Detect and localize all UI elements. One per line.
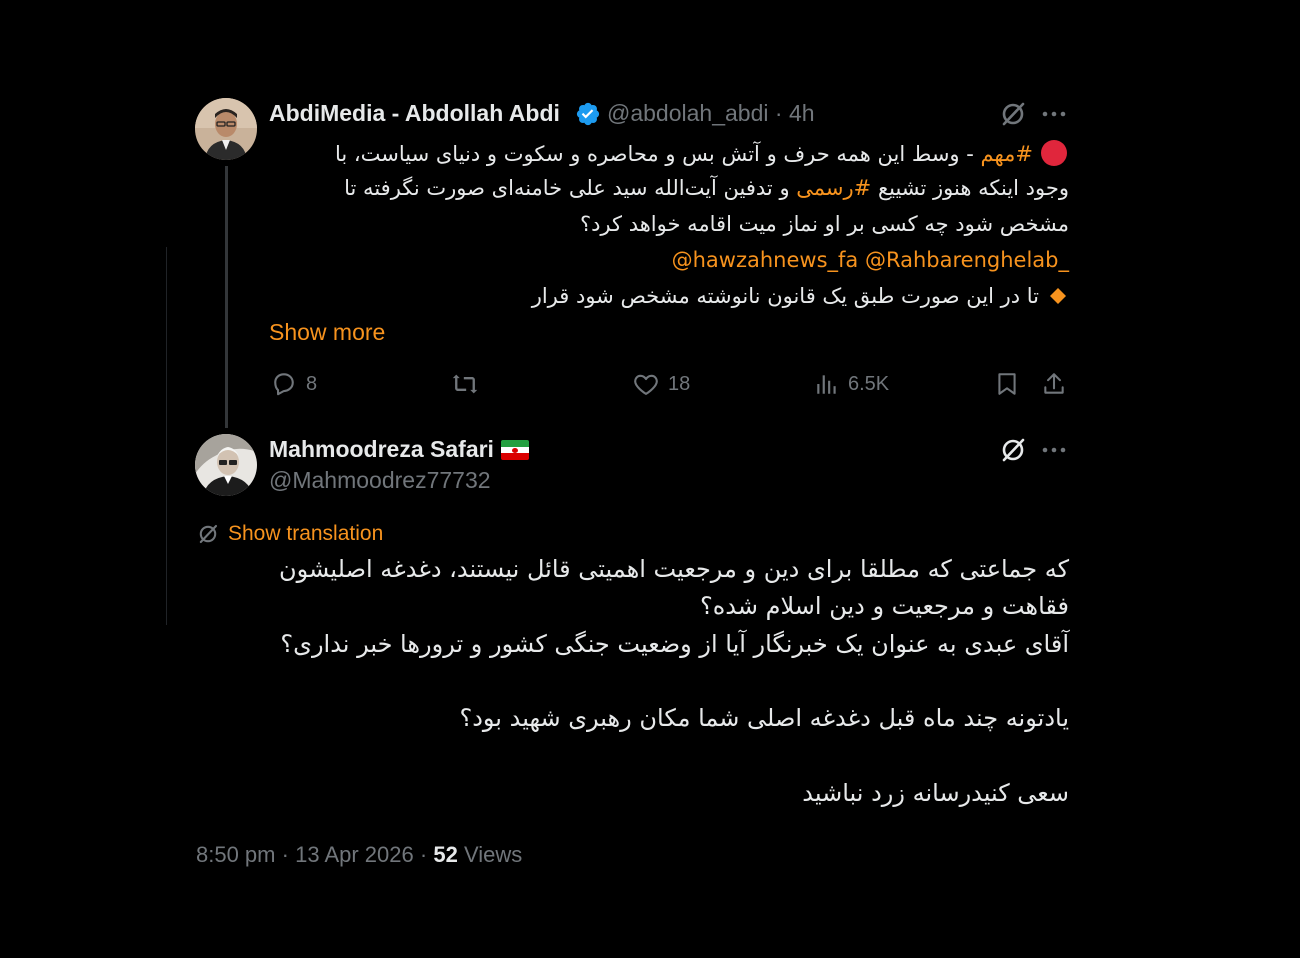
tweet-text-segment: وجود اینکه هنوز تشییع [871, 176, 1069, 200]
translate-icon [199, 524, 218, 544]
author-avatar[interactable] [195, 98, 257, 160]
hashtag-link[interactable]: #مهم [981, 142, 1034, 166]
reply-text-line-4: یادتونه چند ماه قبل دغدغه اصلی شما مکان … [459, 704, 1069, 732]
grok-icon[interactable] [998, 99, 1028, 129]
grok-icon[interactable] [998, 435, 1028, 465]
author-name[interactable]: AbdiMedia - Abdollah Abdi [269, 100, 560, 127]
show-translation-button[interactable]: Show translation [196, 522, 383, 546]
views-button[interactable]: 6.5K [814, 370, 889, 398]
views-count: 6.5K [848, 372, 890, 395]
handle-time-line: @abdolah_abdi · 4h [607, 100, 815, 127]
separator-dot: · [419, 842, 428, 867]
reply-time[interactable]: 8:50 pm [196, 842, 276, 867]
mention-link[interactable]: @hawzahnews_fa [672, 248, 859, 272]
more-icon[interactable] [1041, 104, 1067, 124]
tweet-text-segment: - وسط این همه حرف و آتش بس و محاصره و سک… [334, 142, 981, 166]
share-icon[interactable] [1041, 370, 1067, 398]
like-count: 18 [668, 372, 691, 395]
reply-icon [274, 373, 294, 396]
mention-link[interactable]: @Rahbarenghelab_ [865, 248, 1069, 272]
tweet-text-line-1: #مهم - وسط این همه حرف و آتش بس و محاصره… [335, 138, 1069, 168]
reply-count: 8 [306, 372, 318, 395]
tweet-text-line-2: وجود اینکه هنوز تشییع #رسمی و تدفین آیت‌… [344, 176, 1069, 200]
show-more-link[interactable]: Show more [269, 319, 385, 346]
reply-text-line-3: آقای عبدی به عنوان یک خبرنگار آیا از وضع… [280, 630, 1069, 658]
orange-diamond-icon [1050, 288, 1066, 304]
red-circle-icon [1041, 140, 1067, 166]
verified-badge-icon [576, 102, 600, 126]
reply-text-line-5: سعی کنیدرسانه زرد نباشید [802, 779, 1069, 807]
reply-author-name[interactable]: Mahmoodreza Safari [269, 436, 494, 463]
reply-text-line-1: که جماعتی که مطلقا برای دین و مرجعیت اهم… [279, 555, 1069, 583]
bookmark-icon[interactable] [994, 370, 1020, 398]
reply-views-count: 52 [433, 842, 458, 867]
reply-author-handle[interactable]: @Mahmoodrez77732 [269, 467, 491, 494]
retweet-icon [452, 374, 478, 394]
tweet-text-line-3: مشخص شود چه کسی بر او نماز میت اقامه خوا… [579, 212, 1069, 236]
views-chart-icon [817, 375, 836, 394]
timeline-edge-divider [166, 247, 167, 625]
reply-views-label: Views [463, 842, 523, 867]
separator-dot: · [774, 100, 783, 126]
reply-metadata: 8:50 pm · 13 Apr 2026 · 52 Views [196, 842, 522, 868]
reply-author-avatar[interactable] [195, 434, 257, 496]
retweet-button[interactable] [450, 370, 480, 398]
tweet-time[interactable]: 4h [789, 100, 815, 126]
hashtag-link[interactable]: #رسمی [796, 176, 871, 200]
tweet-text-segment: و تدفین آیت‌الله سید علی خامنه‌ای صورت ن… [344, 176, 797, 200]
show-translation-label[interactable]: Show translation [228, 522, 383, 546]
like-button[interactable]: 18 [632, 370, 690, 398]
heart-icon [634, 374, 658, 395]
more-icon[interactable] [1041, 440, 1067, 460]
tweet-text-segment: تا در این صورت طبق یک قانون نانوشته مشخص… [531, 284, 1039, 308]
reply-button[interactable]: 8 [270, 370, 317, 398]
author-handle[interactable]: @abdolah_abdi [607, 100, 768, 126]
reply-date[interactable]: 13 Apr 2026 [295, 842, 414, 867]
reply-text-line-2: فقاهت و مرجعیت و دین اسلام شده؟ [699, 592, 1069, 620]
iran-flag-icon [501, 440, 529, 460]
tweet-text-line-5: تا در این صورت طبق یک قانون نانوشته مشخص… [532, 284, 1069, 308]
tweet-mentions-line: @hawzahnews_fa @Rahbarenghelab_ [672, 248, 1069, 272]
separator-dot: · [281, 842, 289, 867]
thread-connector-line [225, 166, 228, 428]
